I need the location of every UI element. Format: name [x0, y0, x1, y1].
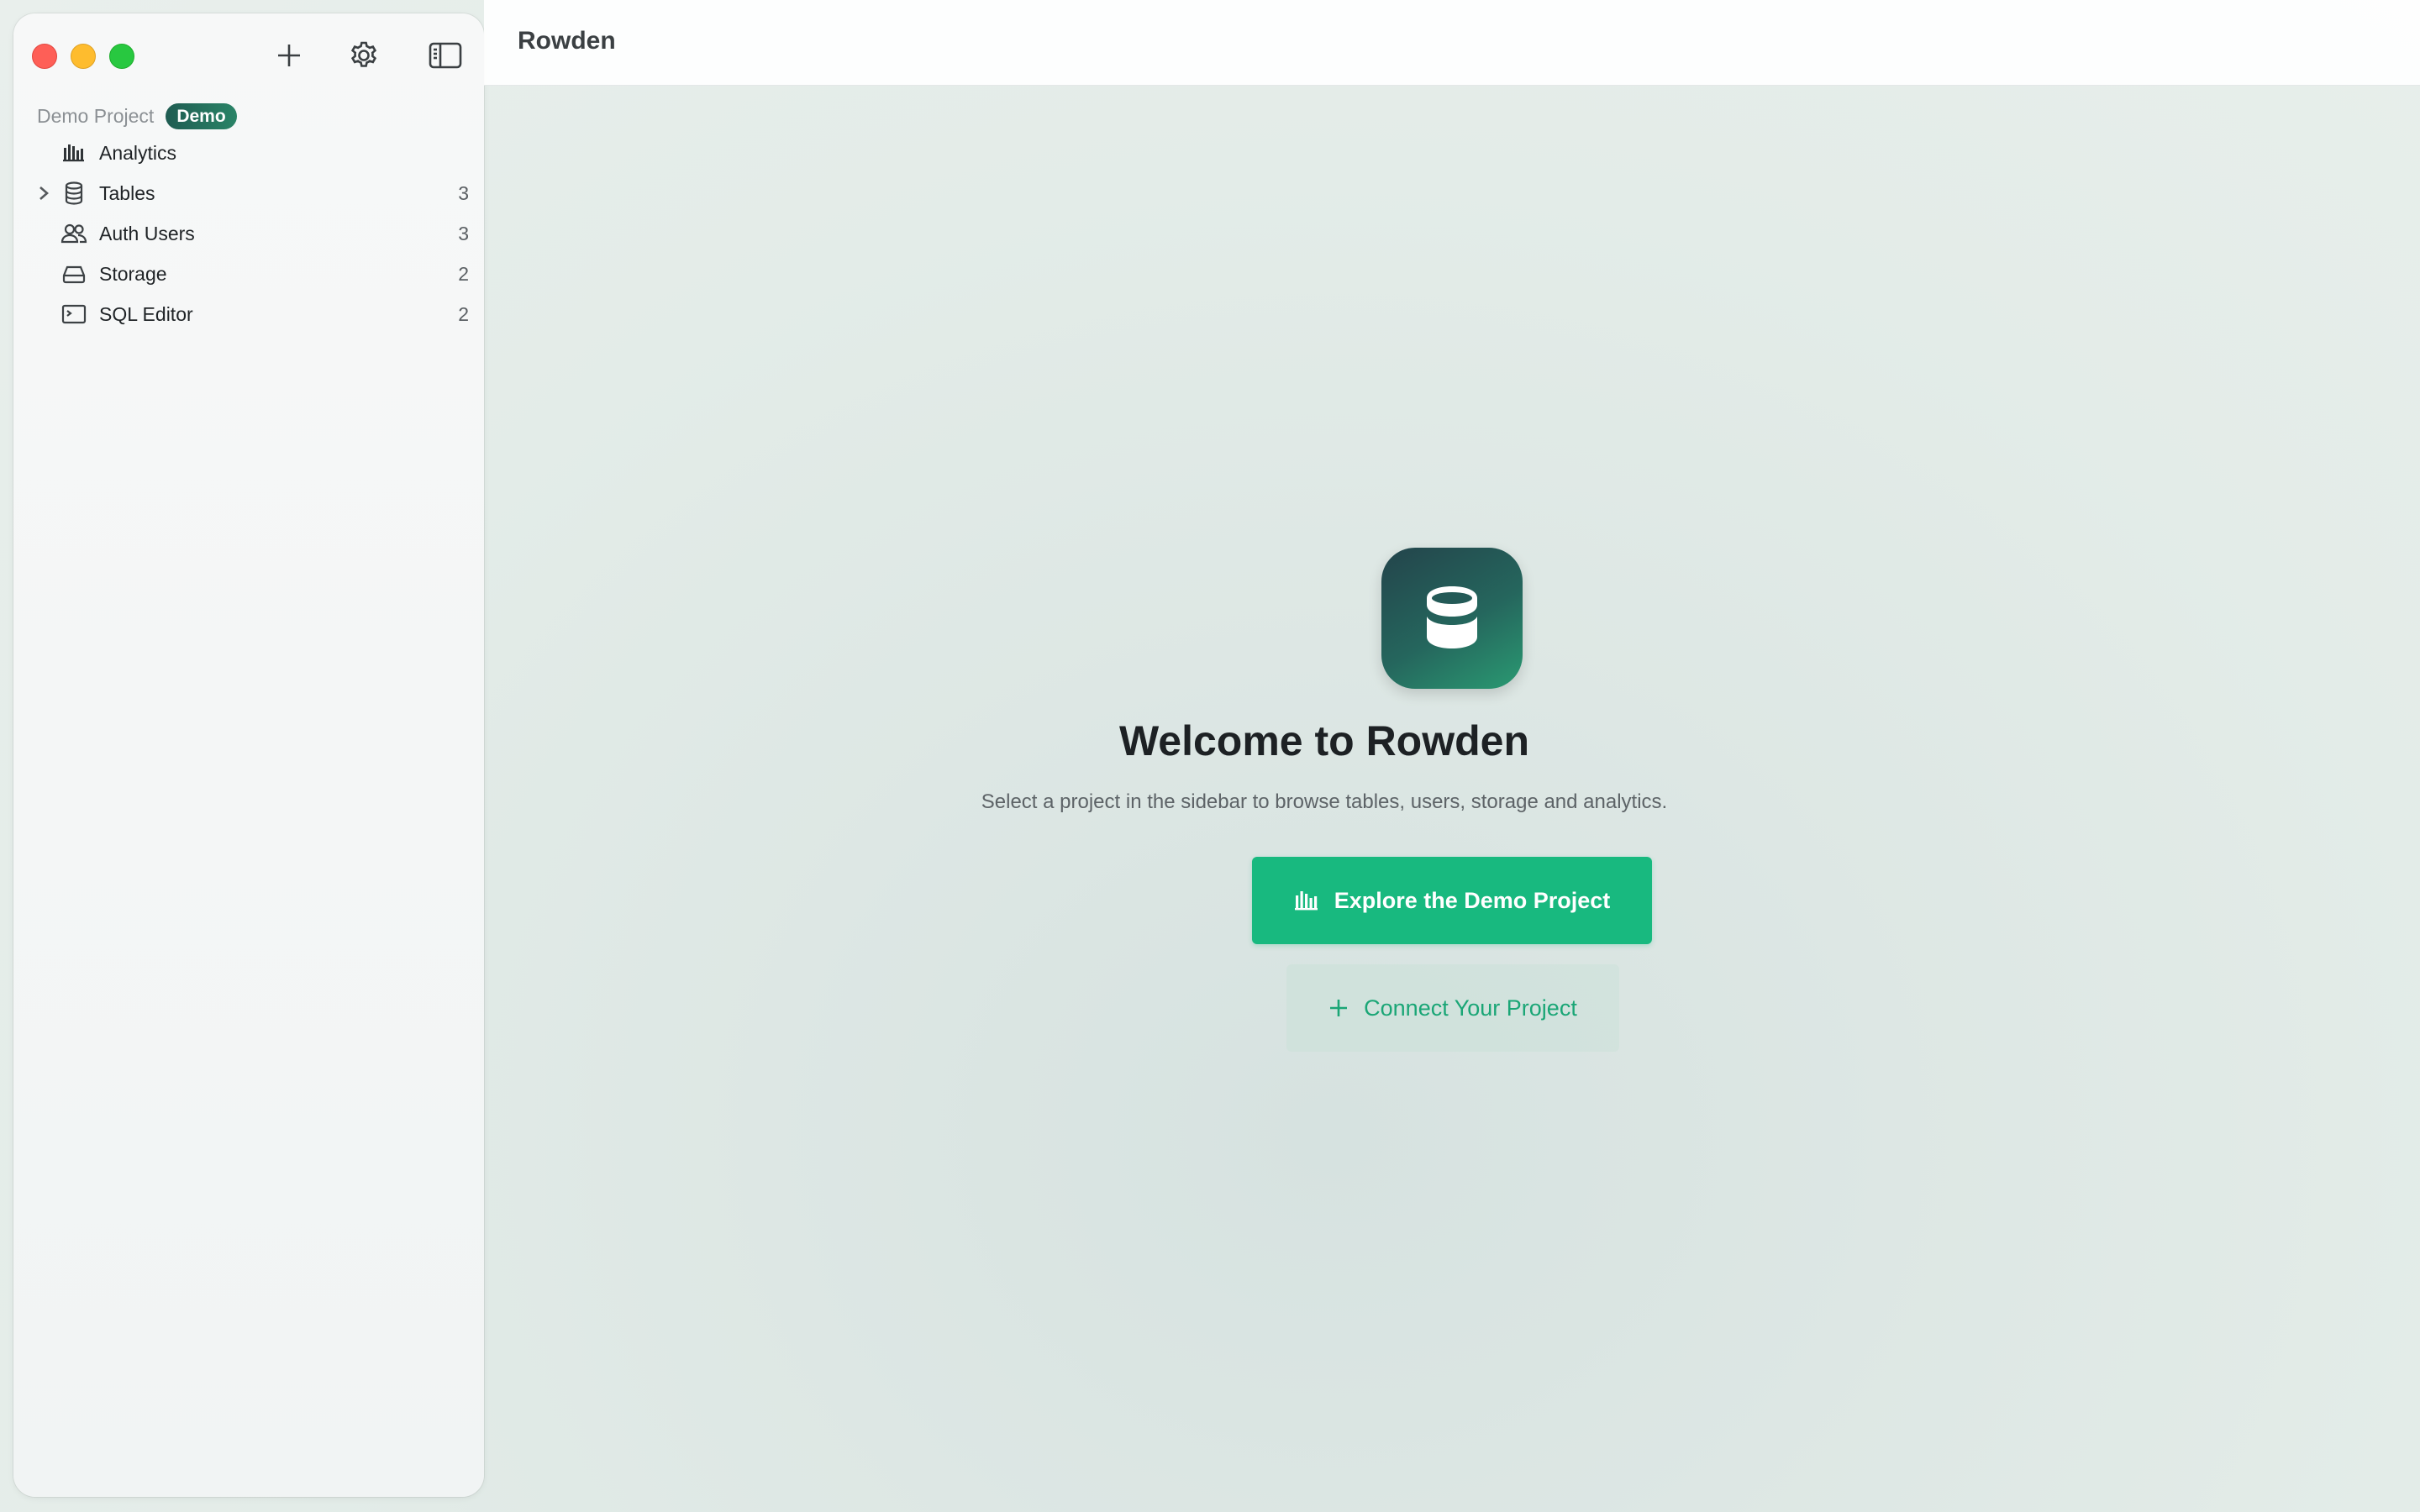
sidebar-item-count: 2 — [458, 302, 469, 325]
users-icon — [60, 222, 87, 245]
sidebar-item-label: Storage — [99, 262, 167, 285]
settings-button[interactable] — [344, 35, 384, 76]
chevron-right-icon[interactable] — [37, 185, 50, 202]
sidebar-item-count: 2 — [458, 262, 469, 285]
app-window: Demo Project Demo Analytics Tables 3 Aut… — [0, 0, 2420, 1512]
bar-chart-icon — [60, 141, 87, 165]
terminal-icon — [60, 302, 87, 326]
sidebar-item-count: 3 — [458, 181, 469, 204]
close-window-button[interactable] — [32, 44, 57, 69]
sidebar-toggle-icon — [429, 42, 462, 69]
plus-icon — [278, 45, 300, 66]
explore-demo-label: Explore the Demo Project — [1334, 887, 1611, 913]
welcome-panel: Welcome to Rowden Select a project in th… — [484, 85, 2420, 1512]
app-title: Rowden — [518, 27, 616, 55]
sidebar-nav: Analytics Tables 3 Auth Users 3 Storage … — [13, 133, 484, 334]
maximize-window-button[interactable] — [109, 44, 134, 69]
sidebar-item-label: SQL Editor — [99, 302, 193, 325]
gear-icon — [350, 41, 377, 67]
sidebar-item-label: Tables — [99, 181, 155, 204]
project-name: Demo Project — [37, 104, 155, 127]
toggle-sidebar-button[interactable] — [420, 35, 471, 76]
plus-icon — [1330, 1000, 1348, 1016]
add-project-button[interactable] — [269, 35, 309, 76]
database-icon — [1427, 586, 1477, 648]
sidebar-item-analytics[interactable]: Analytics — [13, 133, 484, 173]
sidebar-item-label: Analytics — [99, 141, 177, 164]
sidebar-item-label: Auth Users — [99, 222, 195, 244]
sidebar-item-auth-users[interactable]: Auth Users 3 — [13, 213, 484, 254]
sidebar-item-sql-editor[interactable]: SQL Editor 2 — [13, 294, 484, 334]
minimize-window-button[interactable] — [71, 44, 96, 69]
sidebar-item-storage[interactable]: Storage 2 — [13, 254, 484, 294]
database-icon — [60, 181, 87, 205]
project-badge: Demo — [166, 102, 237, 129]
app-logo — [1381, 548, 1523, 689]
bar-chart-icon — [1294, 891, 1318, 911]
sidebar-item-count: 3 — [458, 222, 469, 244]
explore-demo-button[interactable]: Explore the Demo Project — [1252, 857, 1652, 944]
title-bar: Rowden — [484, 0, 2420, 86]
welcome-subtitle: Select a project in the sidebar to brows… — [981, 790, 1668, 813]
project-header[interactable]: Demo Project Demo — [37, 102, 237, 129]
connect-project-button[interactable]: Connect Your Project — [1286, 964, 1619, 1052]
sidebar-item-tables[interactable]: Tables 3 — [13, 173, 484, 213]
connect-project-label: Connect Your Project — [1364, 995, 1577, 1021]
drive-icon — [60, 262, 87, 286]
welcome-title: Welcome to Rowden — [1118, 717, 1529, 764]
